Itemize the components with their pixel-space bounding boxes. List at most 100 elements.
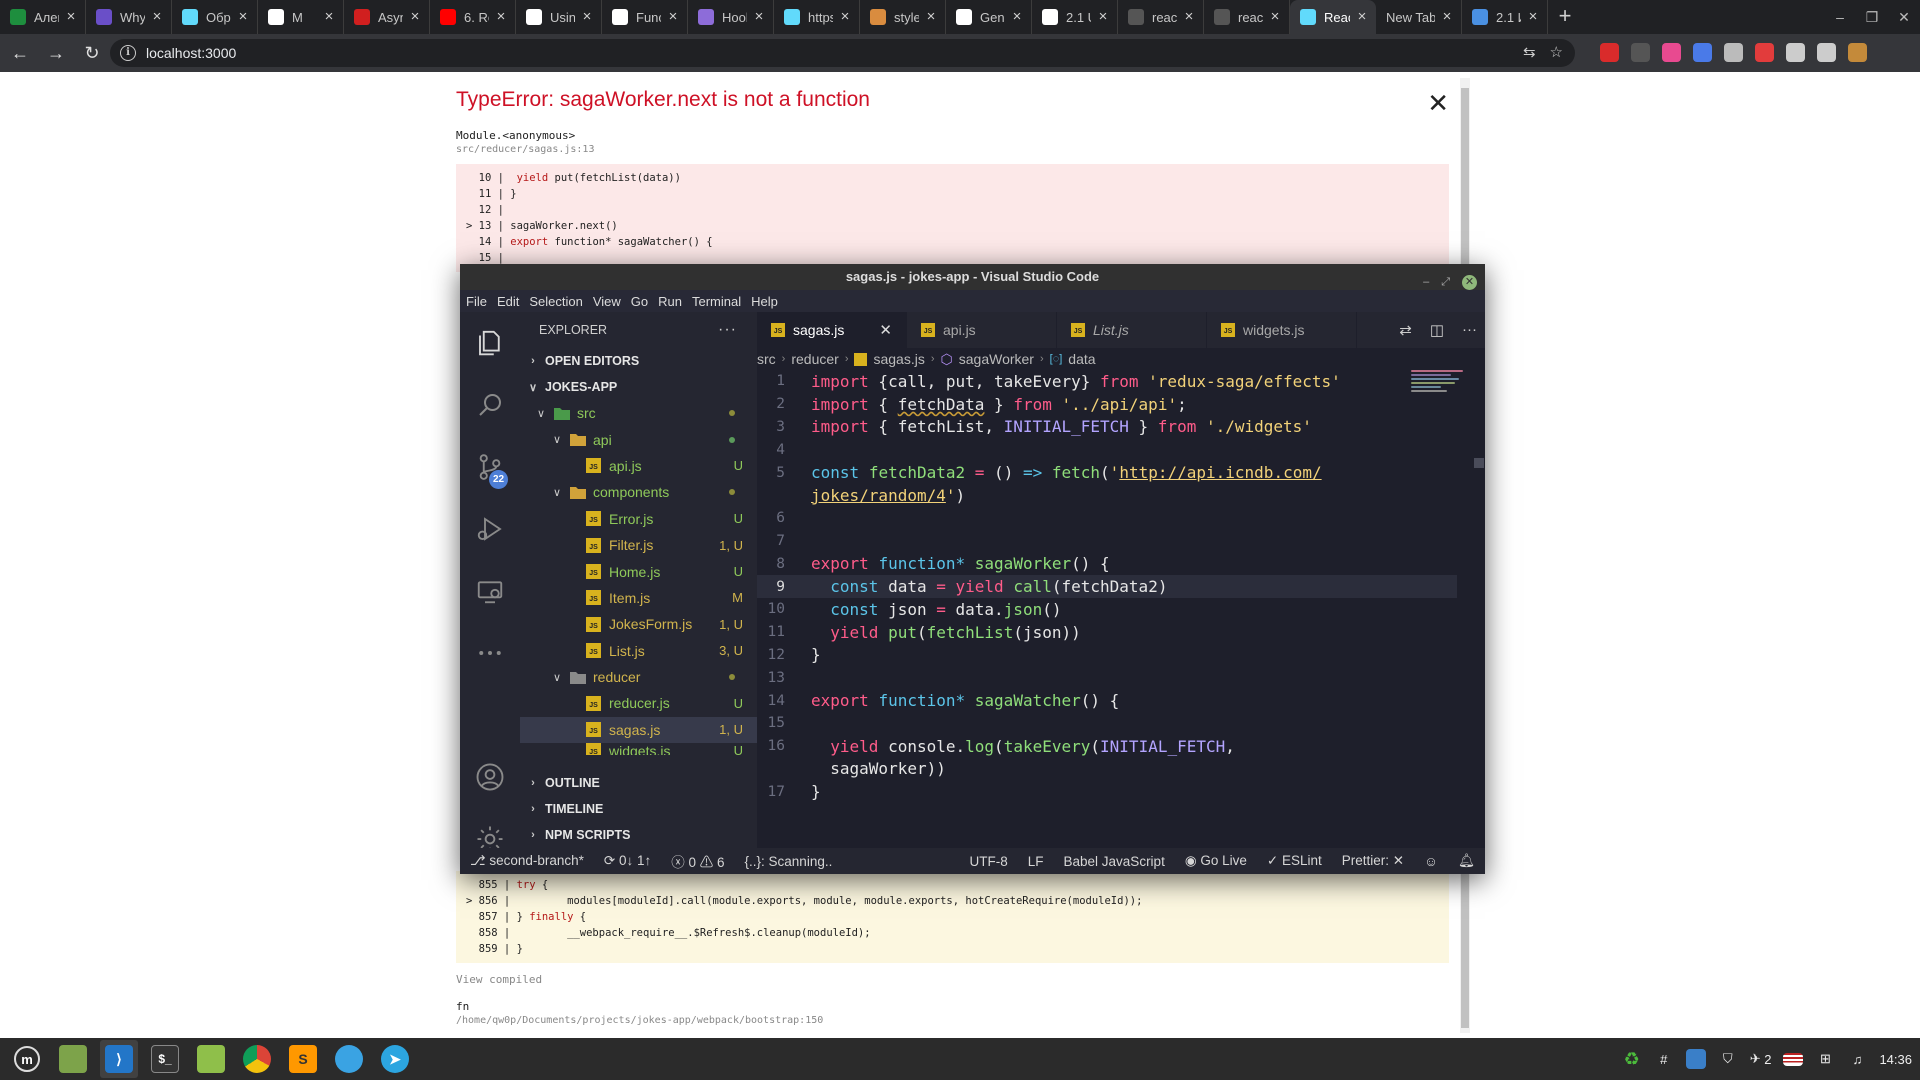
site-info-icon[interactable]: i (120, 45, 136, 61)
tab-close-icon[interactable]: × (149, 9, 165, 25)
back-icon[interactable]: ← (4, 37, 36, 69)
vscode-close-icon[interactable]: ✕ (1462, 274, 1477, 290)
clock[interactable]: 14:36 (1879, 1052, 1912, 1067)
extension-icon[interactable] (1600, 43, 1619, 62)
notification-count[interactable]: ✈ 2 (1750, 1049, 1772, 1069)
network-icon[interactable]: ⊞ (1815, 1049, 1835, 1069)
browser-tab[interactable]: react× (1204, 0, 1290, 34)
telegram-taskbar-icon[interactable]: ➤ (376, 1040, 414, 1078)
more-actions-icon[interactable]: ··· (1462, 321, 1477, 339)
menu-item-go[interactable]: Go (631, 294, 648, 309)
extension-icon[interactable] (1755, 43, 1774, 62)
browser-tab[interactable]: Обра× (172, 0, 258, 34)
browser-tab[interactable]: 6. Re× (430, 0, 516, 34)
update-icon[interactable]: ♻ (1622, 1049, 1642, 1069)
editor-tab[interactable]: JS api.js (907, 312, 1057, 348)
extension-icon[interactable] (1662, 43, 1681, 62)
file-item[interactable]: JS api.js U (520, 453, 757, 479)
scanning-item[interactable]: {..}: Scanning.. (735, 854, 843, 869)
close-window-icon[interactable]: ✕ (1888, 0, 1920, 34)
tab-close-icon[interactable]: × (579, 9, 595, 25)
folder-item[interactable]: ∨ src (520, 400, 757, 426)
search-icon[interactable] (460, 374, 520, 436)
terminal-taskbar-icon[interactable]: $_ (146, 1040, 184, 1078)
files-taskbar-icon[interactable] (192, 1040, 230, 1078)
sublime-taskbar-icon[interactable]: S (284, 1040, 322, 1078)
overlay-close-icon[interactable]: ✕ (1427, 88, 1449, 119)
git-branch-item[interactable]: ⎇ second-branch* (460, 853, 594, 869)
tab-close-icon[interactable]: × (321, 9, 337, 25)
sidebar-section-timeline[interactable]: › TIMELINE (520, 796, 757, 822)
source-control-icon[interactable]: 22 (460, 436, 520, 498)
browser-tab[interactable]: New Tab × (1376, 0, 1462, 34)
stack-frame-location[interactable]: src/reducer/sagas.js:13 (456, 144, 1449, 155)
chrome-taskbar-icon[interactable] (238, 1040, 276, 1078)
shield-icon[interactable]: ⛉ (1718, 1049, 1738, 1069)
restore-icon[interactable]: ❐ (1856, 0, 1888, 34)
editor-scrollbar[interactable] (1473, 348, 1485, 848)
language-mode-item[interactable]: Babel JavaScript (1054, 854, 1175, 869)
file-item[interactable]: JS List.js 3, U (520, 638, 757, 664)
vscode-maximize-icon[interactable]: ⤢ (1441, 269, 1450, 295)
browser-tab[interactable]: 2.1 U× (1032, 0, 1118, 34)
tab-close-icon[interactable]: × (837, 9, 853, 25)
browser-tab[interactable]: Func× (602, 0, 688, 34)
encoding-item[interactable]: UTF-8 (960, 854, 1018, 869)
bookmark-star-icon[interactable]: ☆ (1550, 43, 1563, 61)
sync-item[interactable]: ⟳ 0↓ 1↑ (594, 853, 661, 869)
extension-icon[interactable] (1817, 43, 1836, 62)
browser-tab[interactable]: Async× (344, 0, 430, 34)
browser-tab[interactable]: Gene× (946, 0, 1032, 34)
show-desktop-icon[interactable] (54, 1040, 92, 1078)
more-views-icon[interactable] (460, 622, 520, 684)
tab-close-icon[interactable]: ✕ (879, 321, 892, 339)
breadcrumb-item[interactable]: sagas.js (873, 351, 924, 367)
menu-item-terminal[interactable]: Terminal (692, 294, 741, 309)
notifications-bell-icon[interactable]: 🔔︎ (1448, 853, 1485, 869)
folder-item[interactable]: ∨ api (520, 426, 757, 452)
calendar-icon[interactable] (1685, 1049, 1706, 1069)
tab-close-icon[interactable]: × (665, 9, 681, 25)
browser-tab[interactable]: React× (1290, 0, 1376, 34)
editor-scroll-thumb[interactable] (1474, 458, 1484, 468)
eslint-item[interactable]: ✓ ESLint (1257, 853, 1332, 869)
folder-item[interactable]: ∨ components (520, 479, 757, 505)
explorer-more-icon[interactable]: ··· (718, 321, 737, 339)
eol-item[interactable]: LF (1018, 854, 1054, 869)
file-item[interactable]: JS Filter.js 1, U (520, 532, 757, 558)
folder-item[interactable]: ∨ reducer (520, 664, 757, 690)
tab-close-icon[interactable]: × (1095, 9, 1111, 25)
browser-tab[interactable]: 2.1 И× (1462, 0, 1548, 34)
file-item[interactable]: JS Error.js U (520, 506, 757, 532)
feedback-icon[interactable]: ☺ (1414, 854, 1448, 869)
compare-changes-icon[interactable]: ⇄ (1399, 321, 1412, 339)
mint-menu-icon[interactable]: m (8, 1040, 46, 1078)
remote-explorer-icon[interactable] (460, 560, 520, 622)
menu-item-help[interactable]: Help (751, 294, 778, 309)
forward-icon[interactable]: → (40, 37, 72, 69)
file-item[interactable]: JS reducer.js U (520, 690, 757, 716)
file-item[interactable]: JS Home.js U (520, 558, 757, 584)
editor-tab[interactable]: JS List.js (1057, 312, 1207, 348)
browser-tab[interactable]: Why × (86, 0, 172, 34)
extension-icon[interactable] (1848, 43, 1867, 62)
sidebar-section-outline[interactable]: › OUTLINE (520, 770, 757, 796)
menu-item-edit[interactable]: Edit (497, 294, 519, 309)
sidebar-section-npm-scripts[interactable]: › NPM SCRIPTS (520, 822, 757, 848)
vscode-taskbar-icon[interactable]: ⟩ (100, 1040, 138, 1078)
tab-close-icon[interactable]: × (1267, 9, 1283, 25)
keyboard-layout-flag-icon[interactable] (1783, 1052, 1804, 1066)
view-compiled-link[interactable]: View compiled (456, 973, 1449, 986)
stack-frame-path[interactable]: /home/qw0p/Documents/projects/jokes-app/… (456, 1015, 1449, 1026)
reload-icon[interactable]: ↻ (76, 37, 108, 69)
tab-close-icon[interactable]: × (751, 9, 767, 25)
browser-tab[interactable]: https × (774, 0, 860, 34)
slack-icon[interactable]: # (1654, 1049, 1674, 1069)
tab-close-icon[interactable]: × (493, 9, 509, 25)
extension-icon[interactable] (1693, 43, 1712, 62)
breadcrumb-item[interactable]: data (1068, 351, 1095, 367)
menu-item-selection[interactable]: Selection (529, 294, 582, 309)
extension-icon[interactable] (1631, 43, 1650, 62)
tab-close-icon[interactable]: × (923, 9, 939, 25)
accounts-icon[interactable] (460, 746, 520, 808)
